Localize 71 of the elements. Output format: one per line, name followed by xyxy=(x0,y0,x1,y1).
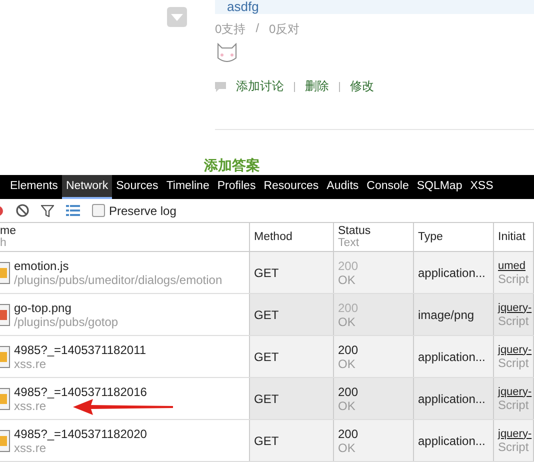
type-text: image/png xyxy=(418,308,476,322)
column-header[interactable]: Initiat xyxy=(494,223,534,251)
column-header[interactable]: me h xyxy=(0,223,250,251)
initiator-link[interactable]: umed xyxy=(498,260,533,272)
status-text: OK xyxy=(338,440,356,454)
initiator-link[interactable]: jquery- xyxy=(498,386,533,398)
status-code: 200 xyxy=(338,300,360,314)
devtools-tab[interactable]: XSS xyxy=(466,175,498,199)
devtools-tab[interactable]: Profiles xyxy=(213,175,260,199)
status-text: OK xyxy=(338,356,356,370)
action-link[interactable]: 修改 xyxy=(350,78,374,96)
status-text: OK xyxy=(338,398,356,412)
file-path: xss.re xyxy=(14,398,48,412)
initiator-type: Script xyxy=(498,314,530,328)
file-name: 4985?_=1405371182011 xyxy=(14,342,146,356)
devtools-tab[interactable]: Resources xyxy=(260,175,323,199)
initiator-link[interactable]: jquery- xyxy=(498,344,533,356)
initiator-type: Script xyxy=(498,398,530,412)
devtools-tab[interactable]: Timeline xyxy=(162,175,214,199)
downvote-count: 0反对 xyxy=(269,21,300,38)
type-text: application... xyxy=(418,266,486,280)
file-path: xss.re xyxy=(14,440,48,454)
checkbox-label: Preserve log xyxy=(109,204,176,218)
status-text: OK xyxy=(338,272,356,286)
devtools-tab[interactable]: Console xyxy=(362,175,413,199)
list-view-icon[interactable] xyxy=(66,205,80,216)
action-link[interactable]: 删除 xyxy=(305,78,329,96)
status-text: OK xyxy=(338,314,356,328)
clear-icon[interactable] xyxy=(16,204,29,218)
devtools-tab[interactable]: SQLMap xyxy=(412,175,466,199)
status-code: 200 xyxy=(338,384,360,398)
initiator-link[interactable]: jquery- xyxy=(498,428,533,440)
column-header[interactable]: Status Text xyxy=(334,223,414,251)
preserve-log-checkbox[interactable] xyxy=(92,204,105,218)
method-text: GET xyxy=(254,434,280,448)
file-name: go-top.png xyxy=(14,300,72,314)
file-name: 4985?_=1405371182020 xyxy=(14,426,147,440)
devtools-tab[interactable]: Elements xyxy=(6,175,62,199)
status-code: 200 xyxy=(338,258,360,272)
file-path: /plugins/pubs/gotop xyxy=(14,314,118,328)
method-text: GET xyxy=(254,350,280,364)
section-title: 添加答案 xyxy=(204,157,261,175)
type-text: application... xyxy=(418,350,486,364)
type-text: application... xyxy=(418,434,486,448)
method-text: GET xyxy=(254,308,280,322)
vote-separator: / xyxy=(256,21,260,38)
status-code: 200 xyxy=(338,426,360,440)
triangle-down-icon xyxy=(171,14,183,20)
devtools-tab[interactable]: Audits xyxy=(322,175,363,199)
method-text: GET xyxy=(254,392,280,406)
author-name[interactable]: asdfg xyxy=(227,0,259,14)
method-text: GET xyxy=(254,266,280,280)
file-name: 4985?_=1405371182016 xyxy=(14,384,147,398)
file-name: emotion.js xyxy=(14,258,70,272)
devtools-tab[interactable]: Network xyxy=(62,175,112,199)
file-path: /plugins/pubs/umeditor/dialogs/emotion xyxy=(14,272,222,286)
filter-icon[interactable] xyxy=(41,204,54,217)
devtools-tab[interactable]: Sources xyxy=(112,175,162,199)
initiator-link[interactable]: jquery- xyxy=(498,302,533,314)
initiator-type: Script xyxy=(498,356,530,370)
initiator-type: Script xyxy=(498,440,530,454)
initiator-type: Script xyxy=(498,272,530,286)
type-text: application... xyxy=(418,392,486,406)
record-icon[interactable] xyxy=(0,204,4,217)
upvote-count: 0支持 xyxy=(215,21,246,38)
comment-icon xyxy=(215,82,226,92)
file-path: xss.re xyxy=(14,356,48,370)
action-link[interactable]: 添加讨论 xyxy=(236,78,284,96)
status-code: 200 xyxy=(338,342,360,356)
column-header[interactable]: Method xyxy=(250,223,334,251)
column-header[interactable]: Type xyxy=(414,223,494,251)
